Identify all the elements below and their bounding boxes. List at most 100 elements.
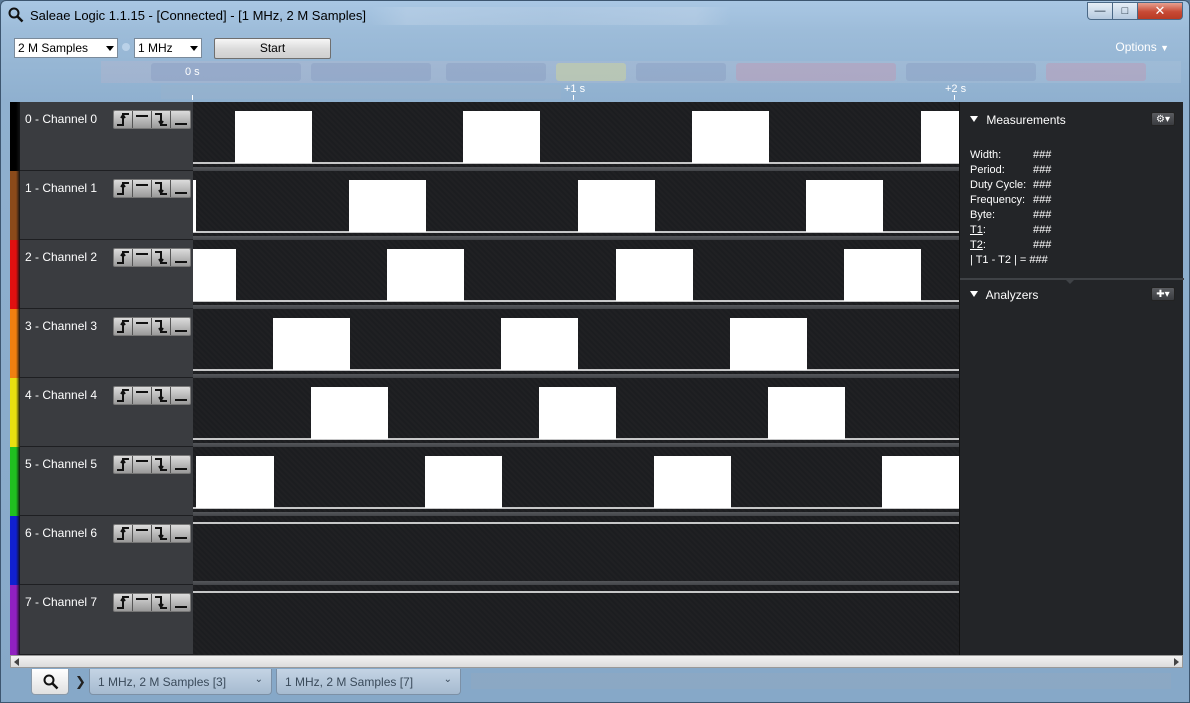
scroll-left-icon[interactable] bbox=[14, 658, 19, 666]
start-button[interactable]: Start bbox=[214, 38, 331, 59]
high-level-trigger-button[interactable] bbox=[133, 111, 152, 128]
measurement-value: ### bbox=[1033, 194, 1052, 206]
trigger-buttons bbox=[113, 386, 191, 405]
measurement-row: | T1 - T2 | = ### bbox=[970, 254, 1048, 266]
measurement-key[interactable]: T2: bbox=[970, 239, 1033, 251]
channel-label-area[interactable]: 2 - Channel 2 bbox=[20, 240, 193, 309]
waveform-area[interactable] bbox=[193, 378, 959, 447]
waveform bbox=[193, 318, 959, 371]
falling-edge-trigger-icon bbox=[155, 182, 167, 195]
background-overlay bbox=[161, 85, 561, 99]
waveform-area[interactable] bbox=[193, 171, 959, 240]
chevron-right-icon[interactable]: ❯ bbox=[75, 674, 86, 690]
falling-edge-trigger-icon bbox=[155, 113, 167, 126]
channel-label-area[interactable]: 3 - Channel 3 bbox=[20, 309, 193, 378]
options-label: Options bbox=[1115, 40, 1157, 54]
high-level-trigger-button[interactable] bbox=[133, 180, 152, 197]
waveform-area[interactable] bbox=[193, 516, 959, 585]
rate-select-value: 1 MHz bbox=[138, 41, 173, 55]
rising-edge-trigger-icon bbox=[117, 320, 129, 333]
low-level-trigger-button[interactable] bbox=[171, 318, 190, 335]
low-level-trigger-button[interactable] bbox=[171, 525, 190, 542]
session-tab-2[interactable]: 1 MHz, 2 M Samples [7] ⌄ bbox=[276, 669, 461, 695]
rising-edge-trigger-button[interactable] bbox=[114, 180, 133, 197]
chevron-down-icon[interactable]: ⌄ bbox=[444, 674, 452, 685]
measurement-value: ### bbox=[1033, 149, 1052, 161]
channel-label-area[interactable]: 1 - Channel 1 bbox=[20, 171, 193, 240]
falling-edge-trigger-button[interactable] bbox=[152, 387, 171, 404]
channel-label-area[interactable]: 7 - Channel 7 bbox=[20, 585, 193, 655]
measurement-key: | T1 - T2 | = bbox=[970, 254, 1027, 266]
measurement-key[interactable]: T1: bbox=[970, 224, 1033, 236]
rising-edge-trigger-button[interactable] bbox=[114, 249, 133, 266]
time-tick bbox=[954, 95, 955, 100]
channel-label-area[interactable]: 5 - Channel 5 bbox=[20, 447, 193, 516]
falling-edge-trigger-button[interactable] bbox=[152, 249, 171, 266]
waveform-area[interactable] bbox=[193, 309, 959, 378]
minimize-button[interactable]: — bbox=[1087, 2, 1113, 20]
low-level-trigger-button[interactable] bbox=[171, 387, 190, 404]
falling-edge-trigger-button[interactable] bbox=[152, 456, 171, 473]
high-level-trigger-button[interactable] bbox=[133, 249, 152, 266]
chevron-down-icon bbox=[106, 46, 114, 51]
close-button[interactable]: ✕ bbox=[1137, 2, 1183, 20]
measurements-settings-button[interactable]: ⚙▾ bbox=[1151, 112, 1175, 126]
high-level-trigger-button[interactable] bbox=[133, 525, 152, 542]
measurements-header[interactable]: Measurements bbox=[970, 113, 1066, 127]
measurement-row: Period: ### bbox=[970, 164, 1051, 176]
chevron-down-icon: ▼ bbox=[1160, 43, 1169, 53]
falling-edge-trigger-button[interactable] bbox=[152, 111, 171, 128]
high-level-trigger-icon bbox=[136, 529, 148, 531]
channel-label-area[interactable]: 4 - Channel 4 bbox=[20, 378, 193, 447]
low-level-trigger-button[interactable] bbox=[171, 180, 190, 197]
channel-color-strip bbox=[10, 378, 20, 447]
chevron-down-icon[interactable]: ⌄ bbox=[255, 674, 263, 685]
high-pulse bbox=[730, 318, 807, 370]
samples-select[interactable]: 2 M Samples bbox=[14, 38, 118, 58]
rising-edge-trigger-icon bbox=[117, 389, 129, 402]
rising-edge-trigger-button[interactable] bbox=[114, 456, 133, 473]
low-level-trigger-button[interactable] bbox=[171, 456, 190, 473]
high-level-trigger-button[interactable] bbox=[133, 387, 152, 404]
rising-edge-trigger-button[interactable] bbox=[114, 525, 133, 542]
high-level-trigger-button[interactable] bbox=[133, 594, 152, 611]
waveform-area[interactable] bbox=[193, 102, 959, 171]
maximize-button[interactable]: □ bbox=[1112, 2, 1138, 20]
background-overlay bbox=[151, 63, 301, 81]
high-level-trigger-button[interactable] bbox=[133, 318, 152, 335]
waveform-area[interactable] bbox=[193, 585, 959, 655]
search-tab[interactable] bbox=[31, 669, 69, 695]
channel-label-area[interactable]: 6 - Channel 6 bbox=[20, 516, 193, 585]
chevron-down-icon bbox=[190, 46, 198, 51]
options-menu[interactable]: Options ▼ bbox=[1115, 40, 1169, 54]
falling-edge-trigger-icon bbox=[155, 320, 167, 333]
trigger-buttons bbox=[113, 455, 191, 474]
channel-name: 7 - Channel 7 bbox=[25, 595, 98, 609]
waveform-area[interactable] bbox=[193, 240, 959, 309]
analyzers-header[interactable]: Analyzers bbox=[970, 288, 1038, 302]
falling-edge-trigger-icon bbox=[155, 527, 167, 540]
scroll-right-icon[interactable] bbox=[1174, 658, 1179, 666]
low-level-trigger-icon bbox=[174, 399, 187, 401]
high-pulse bbox=[501, 318, 578, 370]
falling-edge-trigger-button[interactable] bbox=[152, 594, 171, 611]
rising-edge-trigger-button[interactable] bbox=[114, 318, 133, 335]
waveform-area[interactable] bbox=[193, 447, 959, 516]
channel-name: 2 - Channel 2 bbox=[25, 250, 98, 264]
channel-label-area[interactable]: 0 - Channel 0 bbox=[20, 102, 193, 171]
low-level-trigger-button[interactable] bbox=[171, 111, 190, 128]
falling-edge-trigger-button[interactable] bbox=[152, 318, 171, 335]
rising-edge-trigger-button[interactable] bbox=[114, 111, 133, 128]
high-level-trigger-button[interactable] bbox=[133, 456, 152, 473]
add-analyzer-button[interactable]: ✚▾ bbox=[1151, 287, 1175, 301]
horizontal-scrollbar[interactable] bbox=[10, 655, 1183, 668]
low-level-trigger-button[interactable] bbox=[171, 594, 190, 611]
rate-select[interactable]: 1 MHz bbox=[134, 38, 202, 58]
falling-edge-trigger-button[interactable] bbox=[152, 525, 171, 542]
toolbar: 2 M Samples 1 MHz Start Options ▼ bbox=[1, 35, 1189, 61]
falling-edge-trigger-button[interactable] bbox=[152, 180, 171, 197]
rising-edge-trigger-button[interactable] bbox=[114, 387, 133, 404]
session-tab-1[interactable]: 1 MHz, 2 M Samples [3] ⌄ bbox=[89, 669, 272, 695]
rising-edge-trigger-button[interactable] bbox=[114, 594, 133, 611]
low-level-trigger-button[interactable] bbox=[171, 249, 190, 266]
